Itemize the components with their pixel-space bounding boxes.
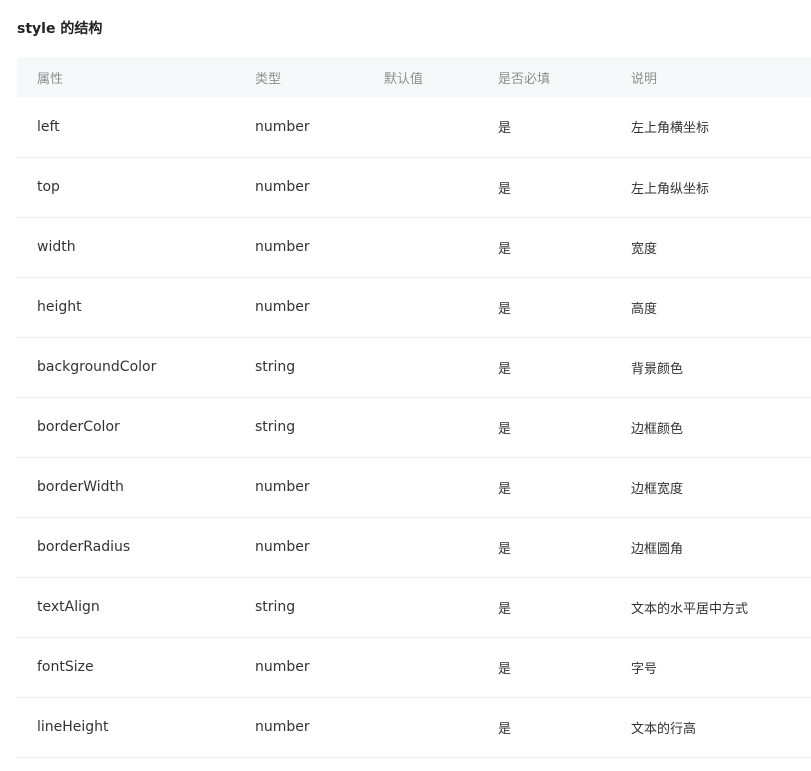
cell-type: string (255, 599, 296, 615)
cell-type: number (255, 539, 310, 555)
header-description: 说明 (631, 71, 658, 87)
header-property: 属性 (37, 71, 64, 87)
cell-property: width (37, 239, 76, 255)
cell-property: textAlign (37, 599, 100, 615)
cell-default (365, 697, 479, 757)
table-row: top number 是 左上角纵坐标 (17, 157, 811, 217)
table-row: height number 是 高度 (17, 277, 811, 337)
cell-type: number (255, 239, 310, 255)
cell-default (365, 97, 479, 157)
style-properties-table: 属性 类型 默认值 是否必填 说明 left number 是 左上角横坐标 t… (17, 57, 811, 758)
cell-type: number (255, 659, 310, 675)
cell-type: number (255, 118, 310, 135)
cell-description: 边框宽度 (631, 481, 684, 497)
cell-default (365, 157, 479, 217)
cell-required: 是 (498, 121, 512, 137)
table-row: borderRadius number 是 边框圆角 (17, 517, 811, 577)
cell-type: number (255, 719, 310, 735)
table-row: left number 是 左上角横坐标 (17, 97, 811, 157)
cell-default (365, 517, 479, 577)
cell-description: 边框颜色 (631, 421, 684, 437)
table-row: borderColor string 是 边框颜色 (17, 397, 811, 457)
header-type: 类型 (255, 71, 282, 87)
cell-property: top (37, 179, 60, 195)
cell-default (365, 577, 479, 637)
header-default: 默认值 (384, 71, 424, 87)
cell-default (365, 277, 479, 337)
cell-property: height (37, 299, 82, 315)
cell-type: number (255, 179, 310, 195)
cell-required: 是 (498, 541, 512, 557)
table-body: left number 是 左上角横坐标 top number 是 左上角纵坐标… (17, 97, 811, 757)
cell-type: string (255, 359, 296, 375)
cell-description: 左上角横坐标 (631, 121, 710, 137)
table-header: 属性 类型 默认值 是否必填 说明 (17, 57, 811, 97)
table-row: lineHeight number 是 文本的行高 (17, 697, 811, 757)
table-row: textAlign string 是 文本的水平居中方式 (17, 577, 811, 637)
cell-description: 文本的行高 (631, 721, 697, 737)
cell-property: borderRadius (37, 539, 131, 555)
cell-description: 宽度 (631, 241, 658, 257)
cell-type: number (255, 479, 310, 495)
cell-description: 边框圆角 (631, 541, 684, 557)
header-required: 是否必填 (498, 71, 551, 87)
cell-description: 字号 (631, 661, 658, 677)
cell-property: borderColor (37, 419, 120, 435)
table-row: backgroundColor string 是 背景颜色 (17, 337, 811, 397)
table-row: borderWidth number 是 边框宽度 (17, 457, 811, 517)
cell-property: left (37, 118, 60, 135)
cell-description: 文本的水平居中方式 (631, 601, 749, 617)
cell-description: 高度 (631, 301, 658, 317)
cell-property: fontSize (37, 659, 94, 675)
cell-description: 左上角纵坐标 (631, 181, 710, 197)
cell-required: 是 (498, 361, 512, 377)
section-title: style 的结构 (17, 21, 103, 37)
cell-type: number (255, 299, 310, 315)
table-row: fontSize number 是 字号 (17, 637, 811, 697)
cell-description: 背景颜色 (631, 361, 684, 377)
cell-default (365, 217, 479, 277)
cell-default (365, 637, 479, 697)
cell-required: 是 (498, 721, 512, 737)
cell-default (365, 337, 479, 397)
cell-required: 是 (498, 481, 512, 497)
cell-default (365, 457, 479, 517)
cell-required: 是 (498, 601, 512, 617)
cell-required: 是 (498, 241, 512, 257)
cell-required: 是 (498, 301, 512, 317)
table-header-row: 属性 类型 默认值 是否必填 说明 (17, 57, 811, 97)
cell-property: borderWidth (37, 479, 124, 495)
cell-required: 是 (498, 181, 512, 197)
cell-required: 是 (498, 661, 512, 677)
cell-type: string (255, 419, 296, 435)
cell-required: 是 (498, 421, 512, 437)
table-row: width number 是 宽度 (17, 217, 811, 277)
cell-default (365, 397, 479, 457)
cell-property: backgroundColor (37, 359, 157, 375)
cell-property: lineHeight (37, 719, 109, 735)
